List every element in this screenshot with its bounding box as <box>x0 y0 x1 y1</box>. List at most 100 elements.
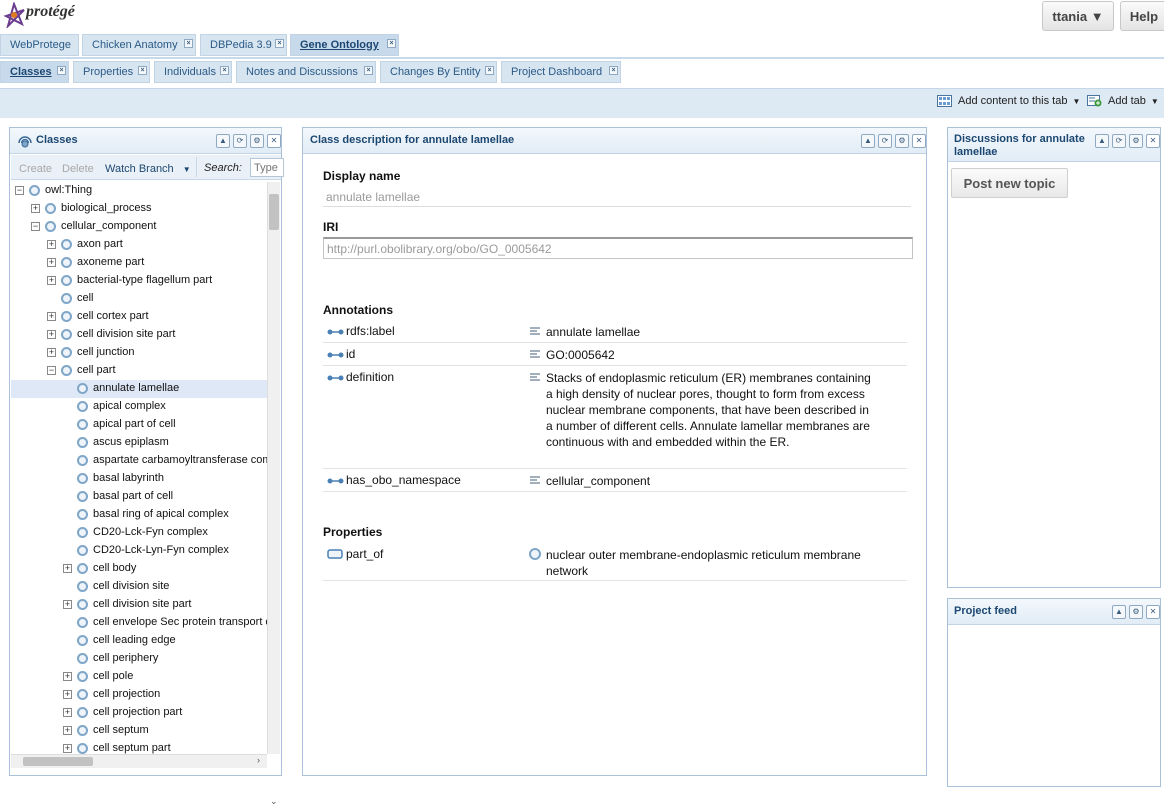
close-icon[interactable]: ✕ <box>1146 605 1160 619</box>
annotation-row[interactable]: id GO:0005642 <box>323 344 907 366</box>
tree-node[interactable]: basal part of cell <box>11 488 267 506</box>
expand-node-icon[interactable]: + <box>47 330 56 339</box>
tree-node[interactable]: cell <box>11 290 267 308</box>
horizontal-scrollbar[interactable]: › <box>11 754 267 768</box>
project-tab-gene-ontology[interactable]: Gene Ontology × <box>290 34 399 56</box>
project-tab-webprotege[interactable]: WebProtege <box>0 34 79 56</box>
gear-icon[interactable]: ⚙ <box>895 134 909 148</box>
tree-node[interactable]: + cell septum part <box>11 740 267 754</box>
gear-icon[interactable]: ⚙ <box>1129 134 1143 148</box>
expand-node-icon[interactable]: + <box>63 564 72 573</box>
close-icon[interactable]: × <box>220 66 229 75</box>
tab-properties[interactable]: Properties × <box>73 61 150 83</box>
iri-field[interactable]: http://purl.obolibrary.org/obo/GO_000564… <box>323 237 913 259</box>
add-content-button[interactable]: Add content to this tab ▼ <box>937 95 1080 107</box>
delete-button[interactable]: Delete <box>62 163 94 175</box>
annotation-row[interactable]: rdfs:label annulate lamellae <box>323 321 907 343</box>
help-button[interactable]: Help <box>1120 1 1164 31</box>
tree-node[interactable]: cell periphery <box>11 650 267 668</box>
expand-node-icon[interactable]: + <box>31 204 40 213</box>
tree-node[interactable]: + cell division site part <box>11 596 267 614</box>
tree-node[interactable]: + axon part <box>11 236 267 254</box>
collapse-node-icon[interactable]: − <box>31 222 40 231</box>
tree-node[interactable]: + axoneme part <box>11 254 267 272</box>
tree-node[interactable]: annulate lamellae <box>11 380 267 398</box>
gear-icon[interactable]: ⚙ <box>250 134 264 148</box>
tree-node[interactable]: + cell projection <box>11 686 267 704</box>
tree-node[interactable]: − owl:Thing <box>11 182 267 200</box>
scrollbar-thumb[interactable] <box>269 194 279 230</box>
scrollbar-thumb[interactable] <box>23 757 93 766</box>
close-icon[interactable]: × <box>609 66 618 75</box>
close-icon[interactable]: × <box>184 39 193 48</box>
expand-node-icon[interactable]: + <box>63 744 72 753</box>
scroll-right-icon[interactable]: › <box>257 755 260 765</box>
tree-node[interactable]: ascus epiplasm <box>11 434 267 452</box>
tree-node[interactable]: aspartate carbamoyltransferase complex <box>11 452 267 470</box>
expand-node-icon[interactable]: + <box>47 276 56 285</box>
tree-node[interactable]: CD20-Lck-Lyn-Fyn complex <box>11 542 267 560</box>
tree-node[interactable]: cell envelope Sec protein transport comp… <box>11 614 267 632</box>
collapse-node-icon[interactable]: − <box>47 366 56 375</box>
tree-node[interactable]: cell division site <box>11 578 267 596</box>
close-icon[interactable]: × <box>57 66 66 75</box>
annotation-row[interactable]: has_obo_namespace cellular_component <box>323 470 907 492</box>
tree-node[interactable]: + cell projection part <box>11 704 267 722</box>
close-icon[interactable]: × <box>387 39 396 48</box>
expand-node-icon[interactable]: + <box>47 258 56 267</box>
tab-individuals[interactable]: Individuals × <box>154 61 232 83</box>
property-row[interactable]: part_of nuclear outer membrane-endoplasm… <box>323 543 907 581</box>
tree-node[interactable]: CD20-Lck-Fyn complex <box>11 524 267 542</box>
close-icon[interactable]: ✕ <box>267 134 281 148</box>
tree-node[interactable]: + cell septum <box>11 722 267 740</box>
tree-node[interactable]: + cell body <box>11 560 267 578</box>
expand-node-icon[interactable]: + <box>47 240 56 249</box>
close-icon[interactable]: × <box>275 39 284 48</box>
tree-node[interactable]: apical part of cell <box>11 416 267 434</box>
user-menu-button[interactable]: ttania ▼ <box>1042 1 1114 31</box>
collapse-icon[interactable]: ▲ <box>216 134 230 148</box>
tree-node[interactable]: cell leading edge <box>11 632 267 650</box>
collapse-icon[interactable]: ▲ <box>861 134 875 148</box>
tree-node[interactable]: + cell junction <box>11 344 267 362</box>
collapse-node-icon[interactable]: − <box>15 186 24 195</box>
project-tab-dbpedia[interactable]: DBPedia 3.9 × <box>200 34 287 56</box>
gear-icon[interactable]: ⚙ <box>1129 605 1143 619</box>
project-tab-chicken-anatomy[interactable]: Chicken Anatomy × <box>82 34 196 56</box>
vertical-scrollbar[interactable]: ⌄ <box>267 182 280 806</box>
tree-node[interactable]: basal labyrinth <box>11 470 267 488</box>
close-icon[interactable]: ✕ <box>912 134 926 148</box>
expand-node-icon[interactable]: + <box>47 348 56 357</box>
search-input[interactable] <box>250 158 284 177</box>
close-icon[interactable]: ✕ <box>1146 134 1160 148</box>
tree-node[interactable]: + cell cortex part <box>11 308 267 326</box>
tree-node[interactable]: apical complex <box>11 398 267 416</box>
tree-node[interactable]: − cellular_component <box>11 218 267 236</box>
refresh-icon[interactable]: ⟳ <box>878 134 892 148</box>
expand-node-icon[interactable]: + <box>63 726 72 735</box>
tree-node[interactable]: + biological_process <box>11 200 267 218</box>
watch-branch-button[interactable]: Watch Branch ▼ <box>105 163 191 175</box>
tab-classes[interactable]: Classes × <box>0 61 69 83</box>
collapse-icon[interactable]: ▲ <box>1112 605 1126 619</box>
post-new-topic-button[interactable]: Post new topic <box>951 168 1068 198</box>
tab-project-dashboard[interactable]: Project Dashboard × <box>501 61 621 83</box>
create-button[interactable]: Create <box>19 163 52 175</box>
expand-node-icon[interactable]: + <box>63 690 72 699</box>
display-name-field[interactable]: annulate lamellae <box>323 188 911 207</box>
tab-changes-by-entity[interactable]: Changes By Entity × <box>380 61 497 83</box>
property-value[interactable]: nuclear outer membrane-endoplasmic retic… <box>546 547 876 579</box>
expand-node-icon[interactable]: + <box>63 708 72 717</box>
tree-node[interactable]: basal ring of apical complex <box>11 506 267 524</box>
scroll-down-icon[interactable]: ⌄ <box>270 796 278 807</box>
tree-node[interactable]: − cell part <box>11 362 267 380</box>
close-icon[interactable]: × <box>485 66 494 75</box>
collapse-icon[interactable]: ▲ <box>1095 134 1109 148</box>
tab-notes-discussions[interactable]: Notes and Discussions × <box>236 61 376 83</box>
annotation-row[interactable]: definition Stacks of endoplasmic reticul… <box>323 367 907 469</box>
refresh-icon[interactable]: ⟳ <box>1112 134 1126 148</box>
tree-node[interactable]: + bacterial-type flagellum part <box>11 272 267 290</box>
refresh-icon[interactable]: ⟳ <box>233 134 247 148</box>
expand-node-icon[interactable]: + <box>47 312 56 321</box>
close-icon[interactable]: × <box>364 66 373 75</box>
